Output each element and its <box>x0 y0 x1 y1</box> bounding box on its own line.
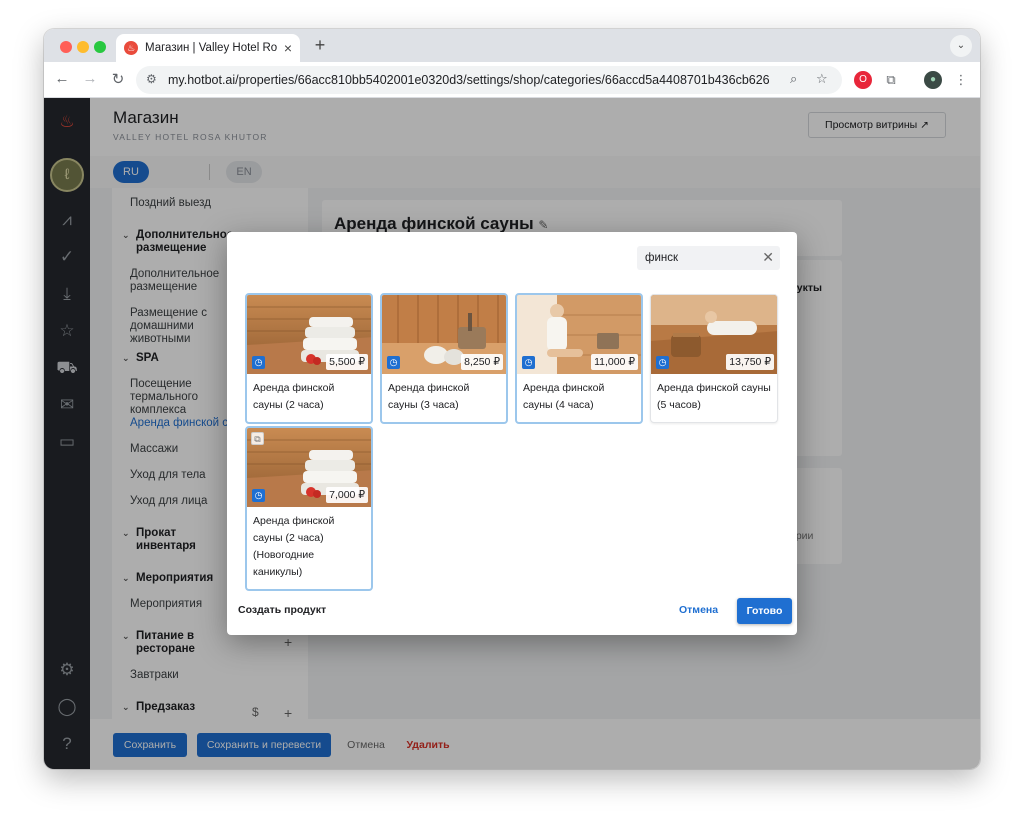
url-text[interactable]: my.hotbot.ai/properties/66acc810bb540200… <box>168 73 770 87</box>
product-name: Аренда финской сауны (2 часа) (Новогодни… <box>253 515 335 578</box>
product-image: ◷ 8,250 ₽ <box>382 295 506 374</box>
product-card[interactable]: ⧉ ◷ 7,000 ₽ Аренда финской сауны (2 часа… <box>245 426 373 591</box>
hotbot-favicon-icon: ♨ <box>124 41 138 55</box>
profile-avatar[interactable]: ● <box>924 71 942 89</box>
product-price: 7,000 ₽ <box>326 487 368 503</box>
product-image: ⧉ ◷ 7,000 ₽ <box>247 428 371 507</box>
product-picker-modal: ✕ ◷ 5,500 ₽ Аренда финской сауны (2 часа… <box>227 232 797 635</box>
product-card[interactable]: ◷ 5,500 ₽ Аренда финской сауны (2 часа) <box>245 293 373 424</box>
duplicate-icon[interactable]: ⧉ <box>251 432 264 445</box>
minimize-window-button[interactable] <box>77 41 89 53</box>
clear-search-icon[interactable]: ✕ <box>762 249 774 266</box>
search-input[interactable] <box>637 246 757 270</box>
duration-clock-icon: ◷ <box>522 356 535 369</box>
address-bar[interactable]: ⚙ my.hotbot.ai/properties/66acc810bb5402… <box>136 66 842 94</box>
duration-clock-icon: ◷ <box>387 356 400 369</box>
opera-extension-icon[interactable]: O <box>854 71 872 89</box>
product-card[interactable]: ◷ 8,250 ₽ Аренда финской сауны (3 часа) <box>380 293 508 424</box>
tab-search-icon[interactable]: ⌄ <box>950 35 972 57</box>
extensions-puzzle-icon[interactable]: ⧉ <box>882 71 900 89</box>
create-product-button[interactable]: Создать продукт <box>238 604 326 616</box>
browser-toolbar: ← → ↻ ⚙ my.hotbot.ai/properties/66acc810… <box>44 62 980 98</box>
tab-title: Магазин | Valley Hotel Rosa Khutor <box>145 42 277 54</box>
back-icon[interactable]: ← <box>52 70 72 87</box>
product-price: 8,250 ₽ <box>461 354 503 370</box>
product-card[interactable]: ◷ 11,000 ₽ Аренда финской сауны (4 часа) <box>515 293 643 424</box>
duration-clock-icon: ◷ <box>656 356 669 369</box>
maximize-window-button[interactable] <box>94 41 106 53</box>
product-name: Аренда финской сауны (4 часа) <box>523 382 605 411</box>
close-tab-icon[interactable]: × <box>284 40 292 56</box>
product-price: 11,000 ₽ <box>591 354 638 370</box>
browser-tab[interactable]: ♨ Магазин | Valley Hotel Rosa Khutor × <box>116 34 300 62</box>
forward-icon[interactable]: → <box>80 70 100 87</box>
browser-menu-icon[interactable]: ⋮ <box>952 71 970 89</box>
new-tab-button[interactable]: + <box>310 35 330 56</box>
product-search: ✕ <box>637 246 780 270</box>
reload-icon[interactable]: ↻ <box>108 70 128 88</box>
product-name: Аренда финской сауны (5 часов) <box>657 382 771 411</box>
product-image: ◷ 13,750 ₽ <box>651 295 777 374</box>
duration-clock-icon: ◷ <box>252 356 265 369</box>
product-price: 13,750 ₽ <box>726 354 774 370</box>
product-price: 5,500 ₽ <box>326 354 368 370</box>
done-button[interactable]: Готово <box>737 598 792 624</box>
close-window-button[interactable] <box>60 41 72 53</box>
product-image: ◷ 11,000 ₽ <box>517 295 641 374</box>
product-card[interactable]: ◷ 13,750 ₽ Аренда финской сауны (5 часов… <box>650 294 778 423</box>
product-image: ◷ 5,500 ₽ <box>247 295 371 374</box>
site-info-icon[interactable]: ⚙ <box>146 72 157 86</box>
modal-cancel-button[interactable]: Отмена <box>679 604 718 616</box>
product-name: Аренда финской сауны (3 часа) <box>388 382 470 411</box>
duration-clock-icon: ◷ <box>252 489 265 502</box>
tab-strip: ♨ Магазин | Valley Hotel Rosa Khutor × +… <box>44 29 980 62</box>
product-name: Аренда финской сауны (2 часа) <box>253 382 335 411</box>
zoom-icon[interactable]: ⌕ <box>790 71 797 87</box>
bookmark-star-icon[interactable]: ☆ <box>816 71 828 87</box>
